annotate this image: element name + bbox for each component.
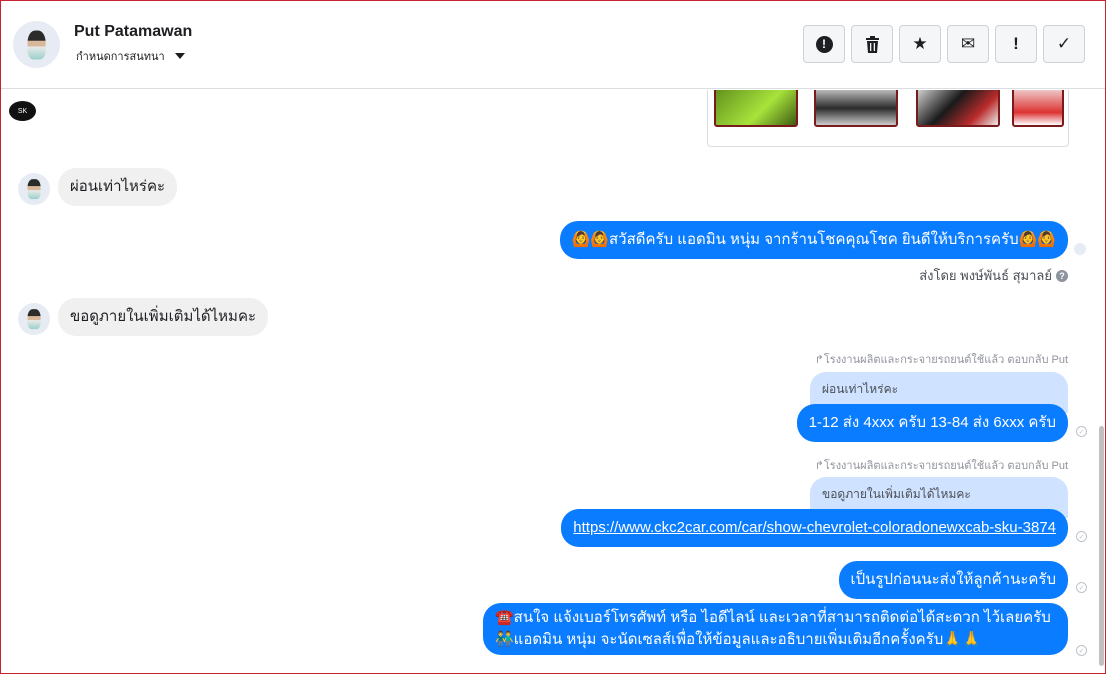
outgoing-message[interactable]: 🙆🙆สวัสดีครับ แอดมิน หนุ่ม จากร้านโชคคุณโ… <box>559 221 1068 259</box>
help-icon[interactable]: ? <box>1056 269 1068 282</box>
follow-up-button[interactable]: ! <box>995 25 1037 63</box>
alert-circle-icon: ! <box>815 35 833 53</box>
caret-down-icon <box>174 53 185 59</box>
reply-meta: ↱โรงงานผลิตและกระจายรถยนต์ใช้แล้ว ตอบกลั… <box>814 354 1068 366</box>
message-line: 👬แอดมิน หนุ่ม จะนัดเซลส์เพื่อให้ข้อมูลแล… <box>495 631 981 648</box>
contact-avatar[interactable] <box>13 21 60 68</box>
car-photo-thumbnail[interactable] <box>814 90 898 127</box>
delete-button[interactable] <box>851 25 893 63</box>
incoming-message[interactable]: ขอดูภายในเพิ่มเติมได้ไหมคะ <box>58 298 269 336</box>
mail-icon: ✉ <box>960 34 976 53</box>
scrollbar[interactable] <box>1097 90 1105 673</box>
message-line: ☎️สนใจ แจ้งเบอร์โทรศัพท์ หรือ ไอดีไลน์ แ… <box>495 609 1051 626</box>
star-button[interactable]: ★ <box>899 25 941 63</box>
outgoing-message[interactable]: 1-12 ส่ง 4xxx ครับ 13-84 ส่ง 6xxx ครับ <box>796 404 1068 442</box>
sent-by-label: ส่งโดย พงษ์พันธ์ สุมาลย์ ? <box>919 265 1068 286</box>
outgoing-message[interactable]: ☎️สนใจ แจ้งเบอร์โทรศัพท์ หรือ ไอดีไลน์ แ… <box>483 603 1068 655</box>
incoming-message[interactable]: ผ่อนเท่าไหร่คะ <box>58 168 178 206</box>
seen-indicator-icon: ✓ <box>1076 582 1087 593</box>
seen-indicator-icon: ✓ <box>1076 531 1087 542</box>
conversation-window: Put Patamawan กำหนดการสนทนา ! ★ ✉ ! ✓ SK… <box>0 0 1106 674</box>
scrollbar-thumb[interactable] <box>1099 426 1104 666</box>
seen-indicator-icon: ✓ <box>1076 426 1087 437</box>
conversation-schedule-dropdown[interactable]: กำหนดการสนทนา <box>76 47 185 65</box>
conversation-schedule-label: กำหนดการสนทนา <box>76 51 165 63</box>
trash-icon <box>865 35 879 53</box>
reply-meta: ↱โรงงานผลิตและกระจายรถยนต์ใช้แล้ว ตอบกลั… <box>814 460 1068 472</box>
exclamation-icon: ! <box>1013 34 1019 53</box>
conversation-header: Put Patamawan กำหนดการสนทนา ! ★ ✉ ! ✓ <box>1 1 1105 89</box>
sent-by-text: ส่งโดย พงษ์พันธ์ สุมาลย์ <box>919 268 1052 283</box>
mark-unread-button[interactable]: ✉ <box>947 25 989 63</box>
car-photo-thumbnail[interactable] <box>714 90 798 127</box>
contact-name[interactable]: Put Patamawan <box>74 23 192 41</box>
message-list[interactable]: SK ผ่อนเท่าไหร่คะ 🙆🙆สวัสดีครับ แอดมิน หน… <box>1 90 1105 673</box>
check-icon: ✓ <box>1056 34 1072 53</box>
contact-avatar-small[interactable] <box>18 303 50 335</box>
mark-done-button[interactable]: ✓ <box>1043 25 1085 63</box>
outgoing-link-message[interactable]: https://www.ckc2car.com/car/show-chevrol… <box>561 509 1068 547</box>
outgoing-message[interactable]: เป็นรูปก่อนนะส่งให้ลูกค้านะครับ <box>838 561 1068 599</box>
report-spam-button[interactable]: ! <box>803 25 845 63</box>
contact-avatar-small[interactable] <box>18 173 50 205</box>
conversation-toolbar: ! ★ ✉ ! ✓ <box>803 25 1085 63</box>
seen-avatar <box>1074 243 1086 255</box>
star-icon: ★ <box>912 34 928 53</box>
seen-indicator-icon: ✓ <box>1076 645 1087 656</box>
attachment-card[interactable] <box>707 90 1069 147</box>
page-logo: SK <box>9 101 36 121</box>
car-photo-thumbnail[interactable] <box>916 90 1000 127</box>
car-photo-thumbnail[interactable] <box>1012 90 1064 127</box>
